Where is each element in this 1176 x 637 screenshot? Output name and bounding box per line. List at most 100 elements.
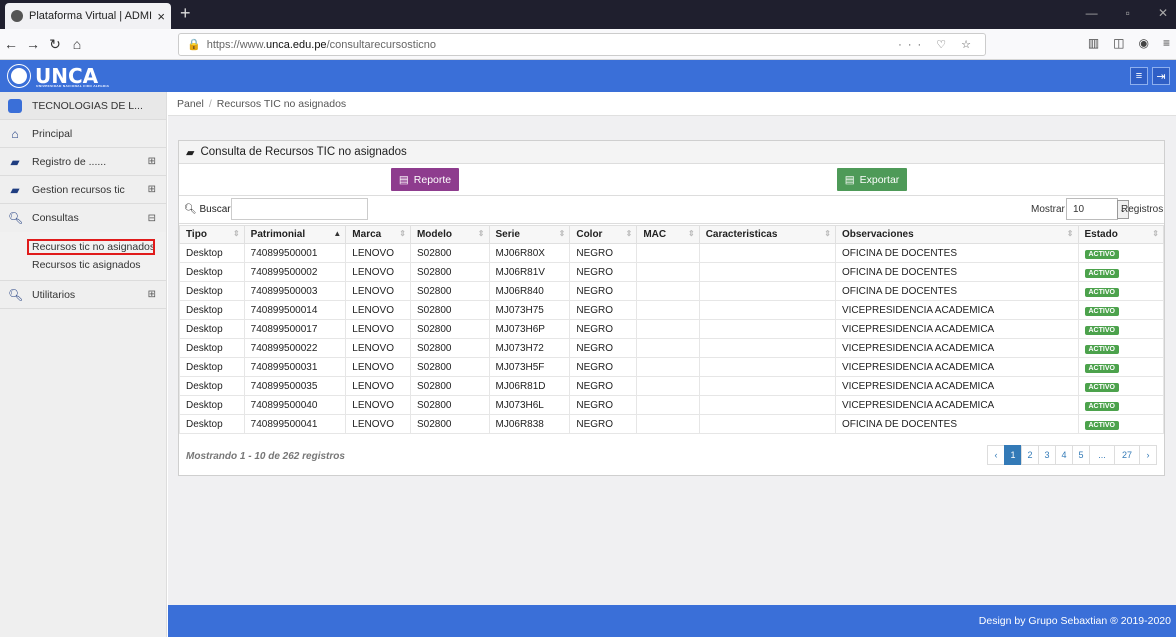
minimize-icon[interactable]: —: [1086, 6, 1098, 20]
table-cell: LENOVO: [345, 243, 411, 263]
table-cell: MJ06R840: [488, 281, 571, 301]
table-cell: [698, 262, 836, 282]
column-header[interactable]: Marca ⇕: [345, 225, 411, 244]
search-input[interactable]: [231, 198, 368, 220]
table-row[interactable]: Desktop 740899500022 LENOVO S02800 MJ073H72 N…: [179, 338, 1164, 358]
new-tab-button[interactable]: +: [180, 3, 191, 24]
table-row[interactable]: Desktop 740899500040 LENOVO S02800 MJ073H6L N…: [179, 395, 1164, 415]
sort-icon: ⇕: [1152, 229, 1159, 238]
prev-page-button[interactable]: ‹: [987, 445, 1005, 465]
table-cell: LENOVO: [345, 262, 411, 282]
results-card: ▰ Consulta de Recursos TIC no asignados …: [178, 140, 1165, 476]
expand-icon[interactable]: ⊞: [148, 184, 156, 195]
sidebar-item-utilitarios[interactable]: 🔍︎ Utilitarios ⊞: [0, 281, 166, 309]
exportar-button[interactable]: ▤ Exportar: [837, 168, 907, 191]
expand-icon[interactable]: ⊞: [148, 156, 156, 167]
submenu-item-no-asignados[interactable]: Recursos tic no asignados: [27, 238, 166, 256]
table-cell: S02800: [409, 243, 490, 263]
table-cell: NEGRO: [569, 243, 638, 263]
expand-icon[interactable]: ⊞: [148, 289, 156, 300]
table-cell: [636, 243, 700, 263]
menu-icon[interactable]: ≡: [1163, 36, 1170, 50]
table-row[interactable]: Desktop 740899500014 LENOVO S02800 MJ073H75 N…: [179, 300, 1164, 320]
status-badge: ACTIVO: [1084, 382, 1119, 392]
table-cell: [636, 357, 700, 377]
browser-tab[interactable]: Plataforma Virtual | ADMIN ×: [5, 3, 171, 29]
sidebar-item-consultas[interactable]: 🔍︎ Consultas ⊟: [0, 204, 166, 232]
unca-logo[interactable]: UNCA UNIVERSIDAD NACIONAL CIRO ALEGRIA: [8, 64, 109, 88]
table-cell: Desktop: [179, 395, 245, 415]
table-cell: Desktop: [179, 357, 245, 377]
page-button[interactable]: 4: [1055, 445, 1073, 465]
table-row[interactable]: Desktop 740899500031 LENOVO S02800 MJ073H5F N…: [179, 357, 1164, 377]
table-cell: OFICINA DE DOCENTES: [834, 281, 1079, 301]
column-header[interactable]: Observaciones ⇕: [834, 225, 1079, 244]
status-badge: ACTIVO: [1084, 287, 1119, 297]
status-badge: ACTIVO: [1084, 249, 1119, 259]
sidebar-item-gestion[interactable]: ▰ Gestion recursos tic ⊞: [0, 176, 166, 204]
breadcrumb-separator: /: [208, 97, 212, 110]
close-window-icon[interactable]: ✕: [1158, 6, 1168, 20]
column-header[interactable]: Patrimonial ▲: [243, 225, 347, 244]
sidebar-item-registro[interactable]: ▰ Registro de ...... ⊞: [0, 148, 166, 176]
card-title: Consulta de Recursos TIC no asignados: [200, 146, 407, 158]
table-row[interactable]: Desktop 740899500002 LENOVO S02800 MJ06R81V N…: [179, 262, 1164, 282]
sort-icon: ⇕: [687, 229, 695, 238]
tab-close-icon[interactable]: ×: [157, 9, 165, 24]
home-icon[interactable]: ⌂: [66, 36, 88, 52]
search-label-text: Buscar:: [199, 204, 234, 215]
table-cell: 740899500041: [243, 414, 347, 434]
table-cell: NEGRO: [569, 376, 638, 396]
library-icon[interactable]: ▥: [1088, 36, 1099, 50]
maximize-icon[interactable]: ▫: [1126, 6, 1130, 20]
table-cell: VICEPRESIDENCIA ACADEMICA: [834, 376, 1079, 396]
account-icon[interactable]: ◉: [1139, 36, 1149, 50]
next-page-button[interactable]: ›: [1139, 445, 1157, 465]
forward-icon[interactable]: →: [22, 36, 44, 52]
favicon-icon: [11, 10, 23, 22]
breadcrumb-root[interactable]: Panel: [177, 98, 204, 110]
reload-icon[interactable]: ↻: [44, 36, 66, 53]
back-icon[interactable]: ←: [0, 36, 22, 52]
collapse-icon[interactable]: ⊟: [148, 213, 156, 224]
column-header[interactable]: Estado ⇕: [1077, 225, 1164, 244]
table-cell: [636, 376, 700, 396]
page-button: ...: [1089, 445, 1115, 465]
column-header[interactable]: MAC ⇕: [636, 225, 700, 244]
hamburger-menu-icon[interactable]: ≡: [1130, 67, 1148, 85]
page-button[interactable]: 1: [1004, 445, 1022, 465]
column-header[interactable]: Serie ⇕: [488, 225, 571, 244]
header-buttons: ≡ ⇥: [1130, 67, 1170, 85]
table-cell: OFICINA DE DOCENTES: [834, 243, 1079, 263]
pdf-icon: ▤: [398, 173, 409, 186]
sidebar-user[interactable]: TECNOLOGIAS DE L...: [0, 92, 166, 120]
submenu-item-asignados[interactable]: Recursos tic asignados: [32, 256, 166, 274]
page-button[interactable]: 5: [1072, 445, 1090, 465]
reporte-button[interactable]: ▤ Reporte: [391, 168, 459, 191]
page-button[interactable]: 2: [1021, 445, 1039, 465]
page-button[interactable]: 27: [1114, 445, 1140, 465]
page-size-select[interactable]: 10 ⌄: [1066, 198, 1129, 220]
toolbar-icons: ▥ ◫ ◉ ≡: [1088, 36, 1170, 50]
page-button[interactable]: 3: [1038, 445, 1056, 465]
table-cell: LENOVO: [345, 395, 411, 415]
table-row[interactable]: Desktop 740899500003 LENOVO S02800 MJ06R840 N…: [179, 281, 1164, 301]
column-header[interactable]: Tipo ⇕: [179, 225, 245, 244]
page-actions-icon[interactable]: ··· ♡ ☆: [898, 38, 977, 51]
table-row[interactable]: Desktop 740899500035 LENOVO S02800 MJ06R81D N…: [179, 376, 1164, 396]
table-cell: LENOVO: [345, 414, 411, 434]
table-row[interactable]: Desktop 740899500001 LENOVO S02800 MJ06R80X N…: [179, 243, 1164, 263]
table-row[interactable]: Desktop 740899500017 LENOVO S02800 MJ073H6P N…: [179, 319, 1164, 339]
logout-icon[interactable]: ⇥: [1152, 67, 1170, 85]
sidebar-toggle-icon[interactable]: ◫: [1113, 36, 1124, 50]
table-cell: [636, 414, 700, 434]
seal-icon: [8, 65, 30, 87]
column-header[interactable]: Caracteristicas ⇕: [698, 225, 836, 244]
status-badge: ACTIVO: [1084, 420, 1119, 430]
column-header[interactable]: Modelo ⇕: [409, 225, 490, 244]
column-header[interactable]: Color ⇕: [569, 225, 638, 244]
table-row[interactable]: Desktop 740899500041 LENOVO S02800 MJ06R838 N…: [179, 414, 1164, 434]
sidebar-item-principal[interactable]: ⌂ Principal: [0, 120, 166, 148]
home-icon: ⌂: [11, 126, 19, 141]
address-bar[interactable]: 🔒 https://www.unca.edu.pe/consultarecurs…: [178, 33, 986, 56]
